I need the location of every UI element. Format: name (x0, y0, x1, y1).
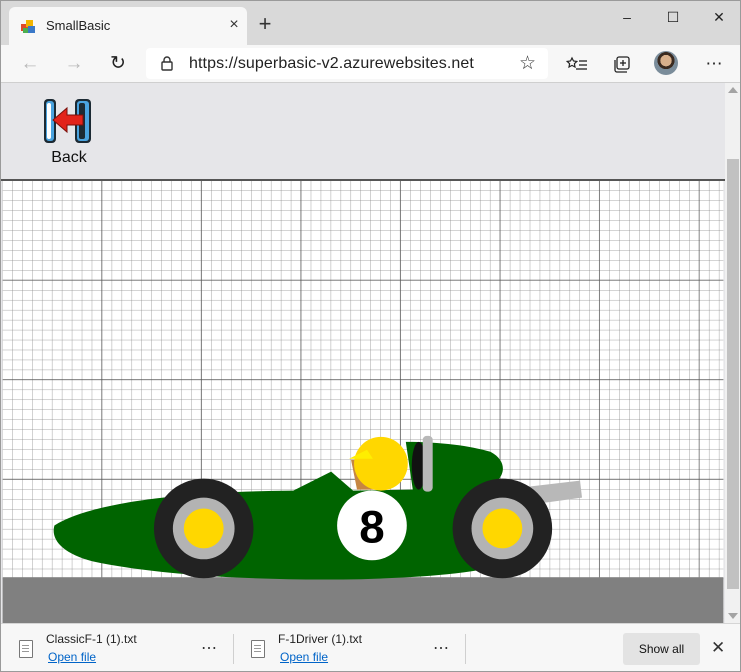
tab-smallbasic[interactable]: SmallBasic × (9, 7, 247, 45)
text-file-icon (251, 640, 265, 658)
address-bar[interactable]: https://superbasic-v2.azurewebsites.net … (146, 48, 548, 79)
close-downloads-icon[interactable]: ✕ (711, 638, 725, 658)
rear-wheel (452, 478, 553, 579)
download-item[interactable]: ClassicF-1 (1).txt Open file ⋯ (1, 624, 229, 671)
favorite-star-icon[interactable]: ☆ (519, 52, 536, 75)
close-window-button[interactable]: ✕ (696, 5, 740, 29)
back-button[interactable]: Back (41, 97, 97, 167)
scroll-thumb[interactable] (727, 159, 739, 589)
tab-close-icon[interactable]: × (225, 16, 243, 34)
download-file-name: F-1Driver (1).txt (278, 632, 362, 646)
roll-bar (422, 435, 433, 492)
back-nav-icon[interactable]: ← (17, 51, 43, 77)
driver-helmet (354, 436, 408, 491)
download-more-icon[interactable]: ⋯ (201, 638, 218, 658)
lock-icon (161, 56, 173, 71)
maximize-button[interactable]: ☐ (650, 5, 696, 29)
tab-title: SmallBasic (46, 18, 111, 33)
car-number: 8 (359, 501, 384, 552)
download-item[interactable]: F-1Driver (1).txt Open file ⋯ (233, 624, 461, 671)
downloads-bar: ClassicF-1 (1).txt Open file ⋯ F-1Driver… (1, 623, 740, 671)
forward-nav-icon[interactable]: → (61, 51, 87, 77)
graphics-canvas: 8 (1, 179, 725, 623)
minimize-button[interactable]: – (604, 5, 650, 29)
refresh-icon[interactable]: ↻ (105, 51, 131, 77)
back-label: Back (51, 149, 87, 166)
scroll-up-arrow-icon[interactable] (728, 87, 738, 93)
open-file-link[interactable]: Open file (280, 650, 328, 664)
navigation-bar: ← → ↻ https://superbasic-v2.azurewebsite… (1, 45, 740, 83)
download-file-name: ClassicF-1 (1).txt (46, 632, 137, 646)
browser-window: SmallBasic × + – ☐ ✕ ← → ↻ https://super… (0, 0, 741, 672)
collections-icon[interactable] (609, 51, 635, 77)
text-file-icon (19, 640, 33, 658)
ground (2, 577, 724, 623)
page-content: Back 8 (1, 83, 725, 623)
tab-strip: SmallBasic × + – ☐ ✕ (1, 1, 740, 45)
front-wheel (153, 478, 254, 579)
vertical-scrollbar[interactable] (725, 83, 740, 623)
favorites-list-icon[interactable] (565, 51, 591, 77)
smallbasic-favicon-icon (21, 20, 35, 33)
show-all-button[interactable]: Show all (623, 633, 700, 665)
url-text: https://superbasic-v2.azurewebsites.net (189, 55, 474, 72)
open-file-link[interactable]: Open file (48, 650, 96, 664)
profile-avatar[interactable] (654, 51, 678, 75)
back-arrow-icon (44, 99, 91, 143)
download-more-icon[interactable]: ⋯ (433, 638, 450, 658)
download-separator (465, 634, 466, 664)
settings-menu-icon[interactable]: ⋯ (701, 51, 727, 77)
scroll-down-arrow-icon[interactable] (728, 613, 738, 619)
new-tab-button[interactable]: + (253, 12, 277, 36)
